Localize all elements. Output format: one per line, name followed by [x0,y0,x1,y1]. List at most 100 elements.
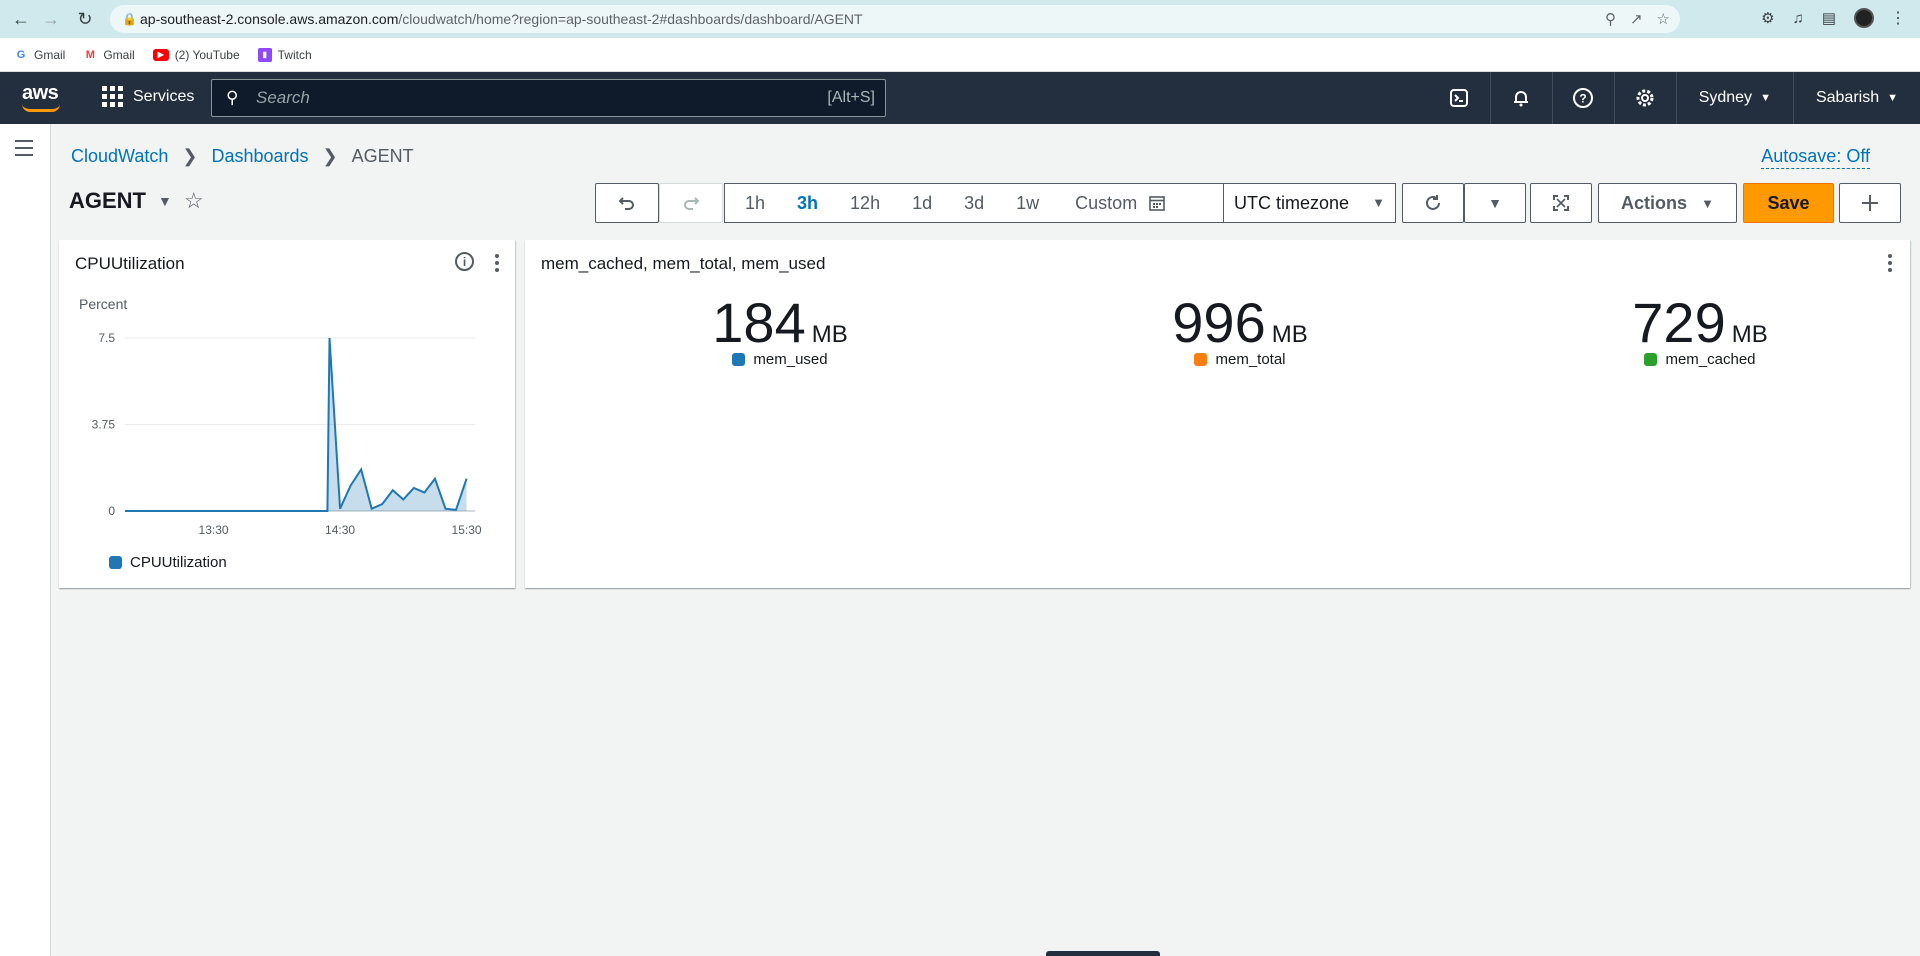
google-icon: G [16,48,26,61]
chevron-right-icon: ❯ [322,146,338,166]
profile-avatar[interactable] [1854,8,1874,28]
svg-text:?: ? [1580,92,1587,106]
extensions-icon[interactable]: ⚙ [1761,9,1774,27]
aws-logo[interactable]: aws [22,82,60,112]
menu-icon[interactable]: ⋮ [1890,8,1906,28]
y-tick-label: 3.75 [92,418,116,432]
actions-label: Actions [1621,192,1688,213]
services-menu[interactable]: Services [102,86,194,107]
bookmark-twitch[interactable]: ▮ Twitch [257,47,312,62]
caret-down-icon: ▼ [1887,92,1898,104]
notifications-bell-icon[interactable] [1489,72,1552,124]
metric-value: 184 [712,291,806,354]
range-1w[interactable]: 1w [1000,184,1055,222]
bookmark-label: Gmail [103,47,135,62]
bookmark-label: (2) YouTube [174,47,240,62]
hamburger-menu-icon[interactable] [15,140,33,161]
legend-swatch [1644,353,1658,366]
region-label: Sydney [1698,89,1753,106]
search-input[interactable]: ⚲ Search [Alt+S] [211,79,886,117]
legend-swatch [1194,353,1208,366]
twitch-icon: ▮ [257,47,272,62]
search-placeholder: Search [256,88,310,107]
refresh-options-button[interactable]: ▼ [1464,183,1526,223]
refresh-button[interactable] [1402,183,1464,223]
zoom-icon[interactable]: ⚲ [1605,10,1616,28]
side-panel-icon[interactable]: ▤ [1822,9,1836,27]
cpu-utilization-widget: CPUUtilization i Percent 7.5 3.75 0 13:30 14… [59,240,515,588]
undo-button[interactable] [595,183,659,223]
gmail-icon: M [85,48,95,61]
fullscreen-button[interactable] [1530,183,1592,223]
address-bar[interactable]: 🔒 ap-southeast-2.console.aws.amazon.com /… [110,5,1680,33]
metric-value: 996 [1172,291,1266,354]
timezone-select[interactable]: UTC timezone ▼ [1223,183,1397,223]
share-icon[interactable]: ↗ [1630,10,1643,28]
x-tick-label: 14:30 [325,523,355,537]
y-axis-unit-label: Percent [79,296,128,312]
dashboard-switcher-caret-icon[interactable]: ▼ [158,193,172,209]
metric-mem-cached: 729 MB mem_cached [1595,290,1805,368]
caret-down-icon: ▼ [1488,195,1502,211]
add-widget-button[interactable] [1839,183,1901,223]
reload-icon[interactable]: ↻ [72,6,98,32]
timezone-label: UTC timezone [1234,192,1350,213]
fullscreen-icon [1553,195,1569,211]
chevron-right-icon: ❯ [182,146,198,166]
range-1d[interactable]: 1d [896,184,948,222]
url-host: ap-southeast-2.console.aws.amazon.com [140,11,399,27]
autosave-toggle[interactable]: Autosave: Off [1761,146,1870,169]
metric-label: mem_used [753,351,828,368]
memory-numbers-widget: mem_cached, mem_total, mem_used 184 MB me… [525,240,1910,588]
x-tick-label: 13:30 [199,523,229,537]
custom-range-button[interactable]: Custom [1055,193,1175,214]
cloudshell-icon[interactable] [1428,72,1490,124]
back-icon[interactable]: ← [8,6,34,32]
bookmark-youtube[interactable]: ▶ (2) YouTube [152,47,240,62]
undo-icon [618,197,634,210]
save-button[interactable]: Save [1743,183,1834,223]
widget-title: mem_cached, mem_total, mem_used [541,254,826,273]
help-icon[interactable]: ? [1551,72,1614,124]
x-tick-label: 15:30 [452,523,482,537]
user-menu[interactable]: Sabarish ▼ [1792,72,1920,124]
redo-button[interactable] [659,183,723,223]
region-selector[interactable]: Sydney ▼ [1675,72,1793,124]
breadcrumb-cloudwatch[interactable]: CloudWatch [71,146,168,167]
metric-unit: MB [1271,321,1308,348]
cpu-chart-svg: 7.5 3.75 0 13:30 14:30 15:30 [92,331,482,537]
y-tick-label: 7.5 [98,331,115,345]
bookmark-star-icon[interactable]: ☆ [1657,10,1670,28]
settings-gear-icon[interactable] [1613,72,1676,124]
range-3h[interactable]: 3h [781,184,834,222]
bookmark-gmail-google[interactable]: G Gmail [14,48,66,62]
range-3d[interactable]: 3d [948,184,1000,222]
metric-label: mem_total [1215,351,1286,368]
metric-unit: MB [811,321,848,348]
caret-down-icon: ▼ [1701,195,1714,211]
url-path: /cloudwatch/home?region=ap-southeast-2#d… [398,11,863,27]
y-tick-label: 0 [108,504,115,518]
media-icon[interactable]: ♫ [1793,10,1804,27]
aws-logo-text: aws [22,82,59,104]
chart-legend[interactable]: CPUUtilization [109,554,227,571]
widget-menu-icon[interactable] [1888,254,1896,275]
breadcrumb-dashboards[interactable]: Dashboards [211,146,308,167]
browser-toolbar: ← → ↻ 🔒 ap-southeast-2.console.aws.amazo… [0,0,1920,38]
dashboard-title-row: AGENT ▼ ☆ [69,188,204,214]
bookmarks-bar: G Gmail M Gmail ▶ (2) YouTube ▮ Twitch [0,38,1920,72]
forward-icon[interactable]: → [38,6,64,32]
user-label: Sabarish [1815,89,1880,106]
favorite-star-icon[interactable]: ☆ [184,188,204,214]
bookmark-gmail[interactable]: M Gmail [83,47,135,62]
range-12h[interactable]: 12h [834,184,896,222]
breadcrumb: CloudWatch ❯ Dashboards ❯ AGENT [71,146,414,167]
range-1h[interactable]: 1h [725,184,781,222]
info-icon[interactable]: i [455,252,474,271]
metric-label: mem_cached [1665,351,1756,368]
plus-icon [1862,195,1878,211]
caret-down-icon: ▼ [1760,92,1771,104]
actions-dropdown[interactable]: Actions ▼ [1598,183,1737,223]
legend-label: CPUUtilization [130,554,227,571]
widget-menu-icon[interactable] [495,254,503,275]
